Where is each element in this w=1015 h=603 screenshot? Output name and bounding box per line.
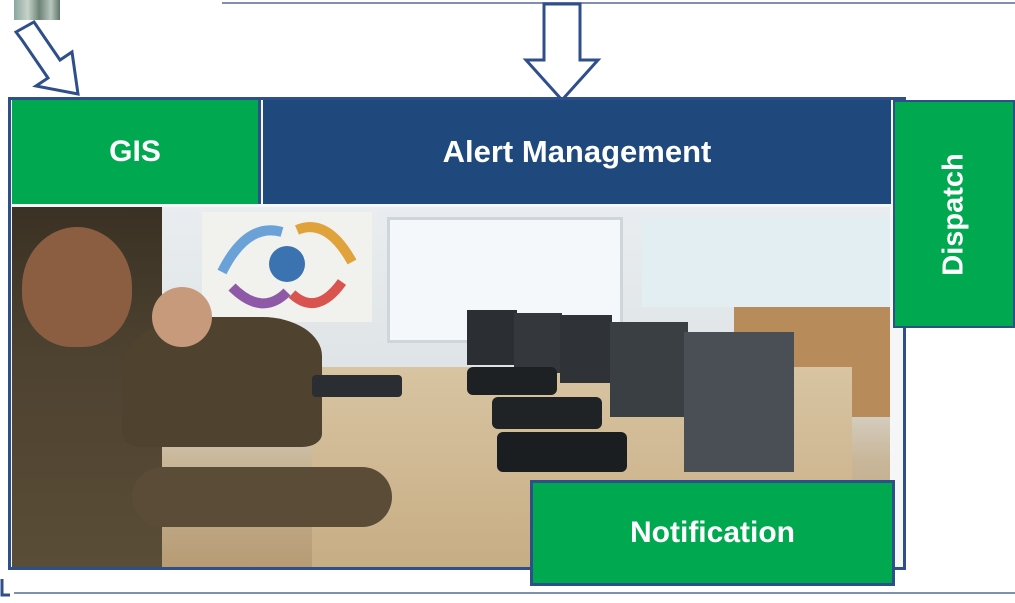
monitor [467, 310, 517, 365]
arrow-diagonal-icon [6, 20, 86, 100]
glass-partition [642, 217, 890, 307]
desk-phone [467, 367, 557, 395]
bottom-divider [14, 592, 1015, 594]
dispatch-label: Dispatch [937, 152, 970, 276]
monitor [560, 315, 612, 383]
notification-box: Notification [530, 480, 895, 586]
monitor [514, 313, 562, 373]
corner-mark [0, 575, 12, 598]
wall-poster [202, 212, 372, 322]
officer-seated [122, 317, 322, 447]
top-divider [222, 0, 1015, 4]
gis-box: GIS [12, 100, 261, 204]
arrow-down-icon [522, 2, 602, 102]
monitor [684, 332, 794, 472]
officer-seated-head [152, 287, 212, 347]
dispatch-box: Dispatch [893, 100, 1015, 328]
gis-label: GIS [109, 135, 161, 168]
notification-label: Notification [630, 516, 795, 549]
officer-face [22, 227, 132, 347]
thumbnail-image [14, 0, 60, 20]
monitor [610, 322, 688, 417]
keyboard [312, 375, 402, 397]
desk-phone [497, 432, 627, 472]
officer-arm [132, 467, 392, 527]
alert-management-box: Alert Management [263, 100, 891, 204]
alert-management-label: Alert Management [442, 134, 712, 169]
desk-phone [492, 397, 602, 429]
